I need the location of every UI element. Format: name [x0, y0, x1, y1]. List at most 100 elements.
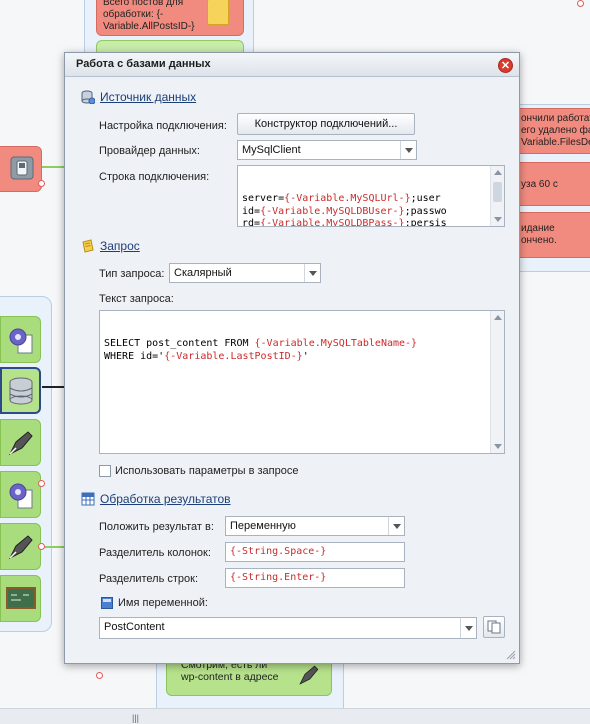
- query-type-select[interactable]: Скалярный: [169, 263, 321, 283]
- switch-node[interactable]: [0, 146, 42, 192]
- code-text-token: rd=: [242, 218, 261, 227]
- connector-dot: [38, 180, 45, 187]
- settings-node-1[interactable]: [0, 316, 41, 363]
- use-params-label[interactable]: Использовать параметры в запросе: [115, 465, 298, 477]
- chalkboard-icon: [5, 586, 36, 609]
- connection-string-input[interactable]: server={-Variable.MySQLUrl-};user id={-Va…: [237, 165, 505, 227]
- scroll-down-icon[interactable]: [494, 217, 502, 222]
- posts-count-node-text: Всего постов для обработки: {-Variable.A…: [103, 0, 195, 32]
- connector-dot: [96, 672, 103, 679]
- scroll-up-icon[interactable]: [494, 315, 502, 320]
- var-name-header: Имя переменной:: [101, 597, 208, 609]
- right-node-1[interactable]: ончили работать его удалено файл Variabl…: [514, 108, 590, 154]
- pen-node-1[interactable]: [0, 419, 41, 466]
- connector-dot-top-right: [577, 0, 584, 7]
- query-section-header[interactable]: Запрос: [81, 239, 140, 253]
- row-sep-input[interactable]: {-String.Enter-}: [225, 568, 405, 588]
- query-text-input[interactable]: SELECT post_content FROM {-Variable.MySQ…: [99, 310, 505, 454]
- code-text-token: ;user: [410, 193, 441, 204]
- var-name-value: PostContent: [104, 621, 165, 633]
- close-button[interactable]: ✕: [498, 58, 513, 73]
- code-line: WHERE id='{-Variable.LastPostID-}': [104, 351, 486, 364]
- right-node-1-text: ончили работать его удалено файл Variabl…: [521, 113, 590, 148]
- note-icon: [207, 0, 229, 25]
- dialog-titlebar[interactable]: Работа с базами данных ✕: [65, 53, 519, 77]
- provider-select[interactable]: MySqlClient: [237, 140, 417, 160]
- results-section-title: Обработка результатов: [100, 492, 231, 506]
- right-node-3[interactable]: идание ончено.: [514, 212, 590, 258]
- query-text-scrollbar[interactable]: [490, 311, 504, 453]
- code-line: SELECT post_content FROM {-Variable.MySQ…: [104, 338, 486, 351]
- scroll-thumb[interactable]: [493, 182, 502, 202]
- source-section-header[interactable]: Источник данных: [81, 90, 196, 104]
- table-icon: [81, 492, 95, 506]
- code-line: server={-Variable.MySQLUrl-};user: [242, 193, 486, 206]
- gear-doc-icon: [9, 483, 32, 508]
- provider-value: MySqlClient: [242, 144, 301, 156]
- var-name-label: Имя переменной:: [118, 597, 208, 609]
- code-text-token: SELECT post_content FROM: [104, 338, 255, 349]
- chevron-down-icon[interactable]: [460, 618, 476, 638]
- switch-icon: [10, 156, 34, 180]
- code-variable-token: {-Variable.MySQLDBUser-}: [260, 205, 405, 217]
- pen-icon: [8, 430, 33, 455]
- dialog-title: Работа с базами данных: [76, 58, 211, 70]
- scroll-down-icon[interactable]: [494, 444, 502, 449]
- conn-settings-label: Настройка подключения:: [99, 120, 227, 132]
- database-dialog: Работа с базами данных ✕ Источник данных…: [64, 52, 520, 664]
- code-text-token: WHERE id=': [104, 350, 165, 362]
- database-settings-icon: [81, 90, 95, 104]
- put-result-label: Положить результат в:: [99, 521, 214, 533]
- code-text-token: ;persis: [404, 218, 447, 227]
- use-params-checkbox[interactable]: [99, 465, 111, 477]
- pen-node-2[interactable]: [0, 523, 41, 570]
- query-type-label: Тип запроса:: [99, 268, 165, 280]
- calc-node[interactable]: [0, 575, 41, 622]
- right-node-2-text: уза 60 с: [521, 179, 558, 190]
- code-variable-token: {-Variable.MySQLUrl-}: [284, 193, 411, 204]
- pen-icon: [8, 534, 33, 559]
- right-node-2[interactable]: уза 60 с: [514, 162, 590, 206]
- canvas-horizontal-scrollbar[interactable]: |||: [0, 708, 590, 724]
- connection-builder-button[interactable]: Конструктор подключений...: [237, 113, 415, 135]
- chevron-down-icon[interactable]: [304, 264, 320, 282]
- settings-node-2[interactable]: [0, 471, 41, 518]
- code-variable-token: {-Variable.MySQLDBPass-}: [260, 218, 405, 227]
- code-text-token: ;passwo: [404, 205, 447, 217]
- variable-icon: [101, 597, 113, 609]
- chevron-down-icon[interactable]: [400, 141, 416, 159]
- code-text-token: id=: [242, 205, 261, 217]
- database-node[interactable]: [0, 367, 41, 414]
- code-text-token: server=: [242, 193, 285, 204]
- connector-line: [42, 166, 66, 168]
- query-type-value: Скалярный: [174, 267, 232, 279]
- code-text-token: ': [302, 350, 309, 362]
- code-line: rd={-Variable.MySQLDBPass-};persis: [242, 218, 486, 227]
- query-section-title: Запрос: [100, 239, 140, 253]
- results-section-header[interactable]: Обработка результатов: [81, 492, 231, 506]
- row-sep-label: Разделитель строк:: [99, 573, 199, 585]
- copy-variable-button[interactable]: [483, 616, 505, 638]
- resize-grip-icon[interactable]: [506, 650, 516, 660]
- var-name-select[interactable]: PostContent: [99, 617, 477, 639]
- chevron-down-icon[interactable]: [388, 517, 404, 535]
- right-node-3-text: идание ончено.: [521, 223, 557, 246]
- copy-icon: [487, 620, 501, 634]
- scroll-grip-icon[interactable]: |||: [132, 713, 139, 723]
- close-icon: ✕: [500, 60, 511, 72]
- put-result-value: Переменную: [230, 520, 296, 532]
- col-sep-label: Разделитель колонок:: [99, 547, 211, 559]
- code-variable-token: {-Variable.MySQLTableName-}: [254, 338, 418, 349]
- posts-count-node[interactable]: Всего постов для обработки: {-Variable.A…: [96, 0, 244, 36]
- connector-dot: [38, 480, 45, 487]
- connector-line: [42, 386, 64, 388]
- query-text-lines: SELECT post_content FROM {-Variable.MySQ…: [104, 338, 486, 363]
- col-sep-input[interactable]: {-String.Space-}: [225, 542, 405, 562]
- connection-builder-button-label: Конструктор подключений...: [254, 118, 398, 130]
- connector-dot: [38, 543, 45, 550]
- scroll-up-icon[interactable]: [494, 170, 502, 175]
- query-text-label: Текст запроса:: [99, 293, 174, 305]
- connection-string-scrollbar[interactable]: [490, 166, 504, 226]
- connection-string-lines: server={-Variable.MySQLUrl-};user id={-Va…: [242, 193, 486, 227]
- put-result-select[interactable]: Переменную: [225, 516, 405, 536]
